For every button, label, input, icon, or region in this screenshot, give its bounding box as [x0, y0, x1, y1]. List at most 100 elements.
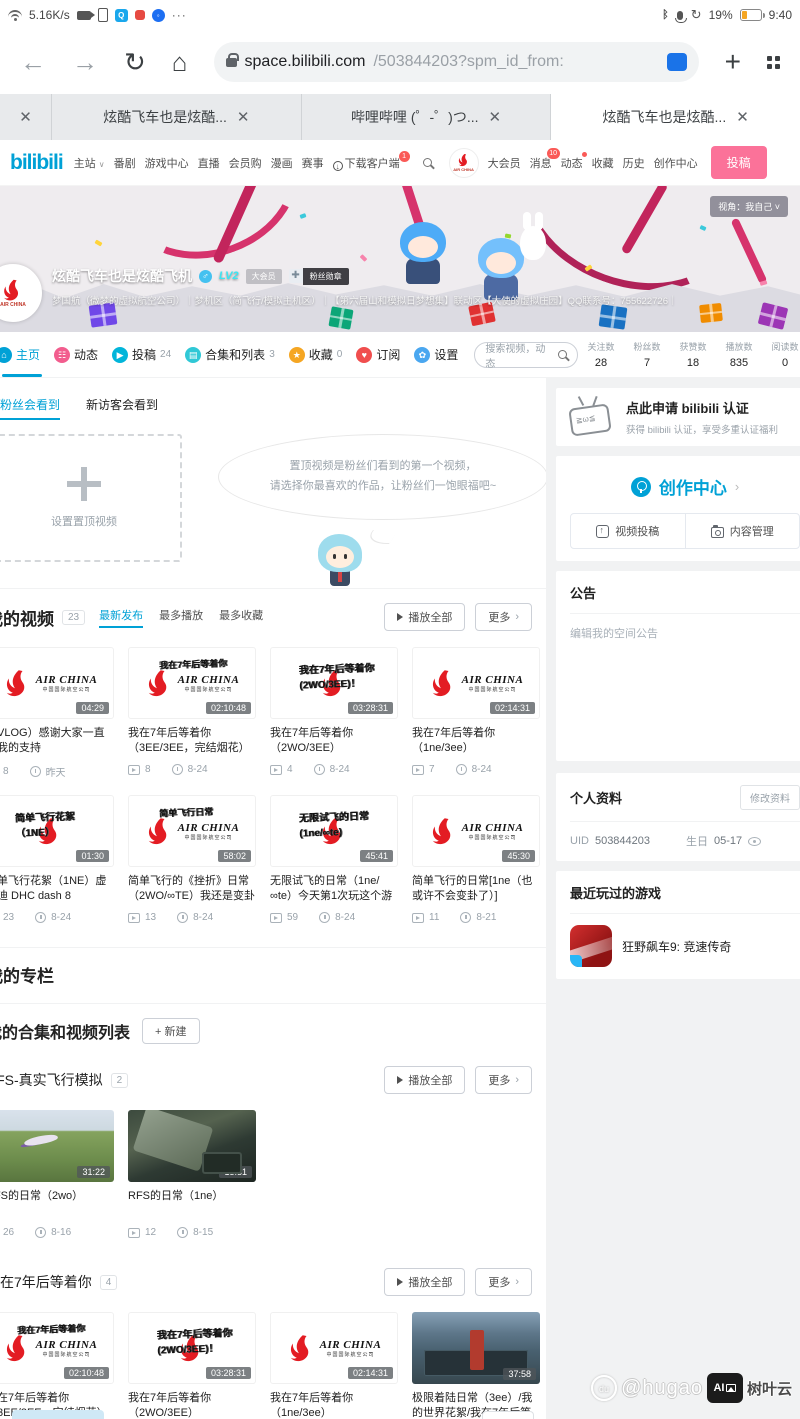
nav-game-center[interactable]: 游戏中心: [145, 155, 189, 171]
more-button[interactable]: 更多›: [475, 603, 532, 631]
tab-dynamics[interactable]: ☷动态: [54, 346, 98, 363]
tab-new-visitors[interactable]: 新访客会看到: [86, 396, 158, 420]
browser-tab-active[interactable]: 炫酷飞车也是炫酷... ✕: [551, 94, 800, 140]
video-card[interactable]: 我在7年后等着你 (2WO/3EE)！ 03:28:31 我在7年后等着你（2W…: [270, 647, 398, 779]
tab-partial[interactable]: ✕: [0, 94, 52, 140]
creator-center-link[interactable]: 创作中心 ›: [570, 468, 800, 513]
play-all-button[interactable]: 播放全部: [384, 603, 465, 631]
nav-feed[interactable]: 动态: [561, 155, 583, 171]
video-thumbnail[interactable]: AIR CHINA中国国际航空公司 我在7年后等着你 02:10:48: [0, 1312, 114, 1384]
nav-download-app[interactable]: ↓下载客户端1: [333, 155, 400, 171]
video-title[interactable]: 无限试飞的日常（1ne/∞te）今天第1次玩这个游戏，有点不太熟: [270, 874, 398, 904]
home-button[interactable]: ⌂: [172, 49, 188, 75]
sort-most-played[interactable]: 最多播放: [159, 607, 203, 628]
video-thumbnail[interactable]: AIR CHINA中国国际航空公司 02:14:31: [412, 647, 540, 719]
video-thumbnail[interactable]: 15:51: [128, 1110, 256, 1182]
forward-button[interactable]: →: [72, 49, 98, 75]
verify-title[interactable]: 点此申请 bilibili 认证: [626, 398, 778, 417]
video-title[interactable]: （VLOG）感谢大家一直对我的支持: [0, 726, 114, 756]
tab-favorites[interactable]: ★收藏0: [289, 346, 343, 363]
video-card[interactable]: AIR CHINA中国国际航空公司 我在7年后等着你 02:10:48 我在7年…: [0, 1312, 114, 1419]
video-card[interactable]: AIR CHINA中国国际航空公司 02:14:31 我在7年后等着你（1ne/…: [412, 647, 540, 779]
video-card[interactable]: AIR CHINA中国国际航空公司 简单飞行日常 58:02 简单飞行的《挫折》…: [128, 795, 256, 923]
view-as-toggle[interactable]: 视角：我自己 ˅: [710, 196, 788, 217]
more-button[interactable]: 更多›: [475, 1268, 532, 1296]
tab-settings[interactable]: ✿设置: [414, 346, 458, 363]
fans-medal-button[interactable]: ✚ 粉丝勋章: [289, 268, 349, 285]
upload-button[interactable]: 投稿: [711, 146, 767, 179]
browser-tab[interactable]: 炫酷飞车也是炫酷... ✕: [52, 94, 302, 140]
space-search-input[interactable]: 搜索视频，动态: [474, 342, 578, 368]
video-thumbnail[interactable]: 37:58: [412, 1312, 540, 1384]
more-button[interactable]: 更多›: [475, 1066, 532, 1094]
stat-likes[interactable]: 获赞数18: [670, 340, 716, 369]
url-bar[interactable]: space.bilibili.com /503844203?spm_id_fro…: [214, 42, 699, 82]
video-thumbnail[interactable]: 我在7年后等着你 (2WO/3EE)！ 03:28:31: [128, 1312, 256, 1384]
tab-home[interactable]: ⌂主页: [0, 346, 40, 363]
video-thumbnail[interactable]: AIR CHINA中国国际航空公司 简单飞行日常 58:02: [128, 795, 256, 867]
announcement-placeholder[interactable]: 编辑我的空间公告: [570, 625, 800, 641]
video-thumbnail[interactable]: 简单飞行花絮 （1NE） 01:30: [0, 795, 114, 867]
tab-old-fans[interactable]: 老粉丝会看到: [0, 396, 60, 420]
browser-tab[interactable]: 哔哩哔哩 (゜-゜)つ... ✕: [302, 94, 552, 140]
close-tab-icon[interactable]: ✕: [237, 108, 250, 126]
video-thumbnail[interactable]: 我在7年后等着你 (2WO/3EE)！ 03:28:31: [270, 647, 398, 719]
video-card[interactable]: AIR CHINA中国国际航空公司 我在7年后等着你 02:10:48 我在7年…: [128, 647, 256, 779]
set-pinned-video-button[interactable]: 设置置顶视频: [0, 434, 182, 562]
nav-creator-center[interactable]: 创作中心: [654, 155, 698, 171]
stat-plays[interactable]: 播放数835: [716, 340, 762, 369]
nav-messages[interactable]: 消息10: [530, 155, 552, 171]
nav-bangumi[interactable]: 番剧: [114, 155, 136, 171]
close-tab-icon[interactable]: ✕: [19, 108, 32, 126]
video-card[interactable]: 31:22 RFS的日常（2wo） 268-16: [0, 1110, 114, 1238]
search-icon[interactable]: [423, 158, 432, 167]
verify-card[interactable]: 点此申请 bilibili 认证 获得 bilibili 认证，享受多重认证福利: [556, 388, 800, 446]
video-card[interactable]: 无限试飞的日常 (1ne/∞te) 45:41 无限试飞的日常（1ne/∞te）…: [270, 795, 398, 923]
video-title[interactable]: 简单飞行花絮（1NE）虚拟迪 DHC dash 8: [0, 874, 114, 904]
play-all-button[interactable]: 播放全部: [384, 1268, 465, 1296]
content-manage-button[interactable]: 内容管理: [685, 514, 800, 548]
video-thumbnail[interactable]: AIR CHINA中国国际航空公司 04:29: [0, 647, 114, 719]
back-button[interactable]: ←: [20, 49, 46, 75]
video-upload-button[interactable]: 视频投稿: [571, 514, 685, 548]
video-card[interactable]: AIR CHINA中国国际航空公司 04:29 （VLOG）感谢大家一直对我的支…: [0, 647, 114, 779]
video-title[interactable]: 我在7年后等着你（3EE/3EE，完结烟花）: [128, 726, 256, 756]
nav-esports[interactable]: 赛事: [302, 155, 324, 171]
video-card[interactable]: AIR CHINA中国国际航空公司 02:14:31 我在7年后等着你（1ne/…: [270, 1312, 398, 1419]
video-card[interactable]: 简单飞行花絮 （1NE） 01:30 简单飞行花絮（1NE）虚拟迪 DHC da…: [0, 795, 114, 923]
nav-mainsite[interactable]: 主站 ∨: [74, 155, 105, 171]
nav-vip[interactable]: 大会员: [488, 155, 521, 171]
edit-profile-button[interactable]: 修改资料: [740, 785, 800, 810]
video-card[interactable]: 37:58 极限着陆日常（3ee）/我的世界花絮/我在7年后等着你预告 158-…: [412, 1312, 540, 1419]
tab-subscriptions[interactable]: ♥订阅: [356, 346, 400, 363]
playlist-name[interactable]: 我在7年后等着你: [0, 1272, 92, 1292]
game-row[interactable]: 狂野飙车9: 竞速传奇: [570, 925, 800, 967]
bilibili-logo[interactable]: bilibili: [10, 151, 63, 175]
video-card[interactable]: 我在7年后等着你 (2WO/3EE)！ 03:28:31 我在7年后等着你（2W…: [128, 1312, 256, 1419]
video-thumbnail[interactable]: AIR CHINA中国国际航空公司 02:14:31: [270, 1312, 398, 1384]
video-title[interactable]: RFS的日常（2wo）: [0, 1189, 114, 1219]
sort-newest[interactable]: 最新发布: [99, 607, 143, 628]
close-tab-icon[interactable]: ✕: [736, 108, 749, 126]
new-collection-button[interactable]: + 新建: [142, 1018, 200, 1044]
visibility-eye-icon[interactable]: [748, 837, 761, 846]
stat-reads[interactable]: 阅读数0: [762, 340, 800, 369]
video-card[interactable]: 15:51 RFS的日常（1ne） 128-15: [128, 1110, 256, 1238]
video-thumbnail[interactable]: AIR CHINA中国国际航空公司 我在7年后等着你 02:10:48: [128, 647, 256, 719]
video-thumbnail[interactable]: AIR CHINA中国国际航空公司 45:30: [412, 795, 540, 867]
nav-manga[interactable]: 漫画: [271, 155, 293, 171]
avatar[interactable]: AIR CHINA: [449, 148, 479, 178]
nav-shop[interactable]: 会员购: [229, 155, 262, 171]
refresh-button[interactable]: ↻: [124, 49, 146, 75]
tab-submissions[interactable]: ▶投稿24: [112, 346, 171, 363]
video-thumbnail[interactable]: 无限试飞的日常 (1ne/∞te) 45:41: [270, 795, 398, 867]
playlist-name[interactable]: RFS-真实飞行模拟: [0, 1070, 103, 1090]
nav-favorites[interactable]: 收藏: [592, 155, 614, 171]
video-title[interactable]: 我在7年后等着你（2WO/3EE）: [128, 1391, 256, 1419]
stat-followers[interactable]: 粉丝数7: [624, 340, 670, 369]
video-thumbnail[interactable]: 31:22: [0, 1110, 114, 1182]
tab-collections[interactable]: ▤合集和列表3: [185, 346, 275, 363]
video-title[interactable]: 我在7年后等着你（1ne/3ee）: [412, 726, 540, 756]
video-card[interactable]: AIR CHINA中国国际航空公司 45:30 简单飞行的日常[1ne（也或许不…: [412, 795, 540, 923]
video-title[interactable]: 我在7年后等着你（2WO/3EE）: [270, 726, 398, 756]
